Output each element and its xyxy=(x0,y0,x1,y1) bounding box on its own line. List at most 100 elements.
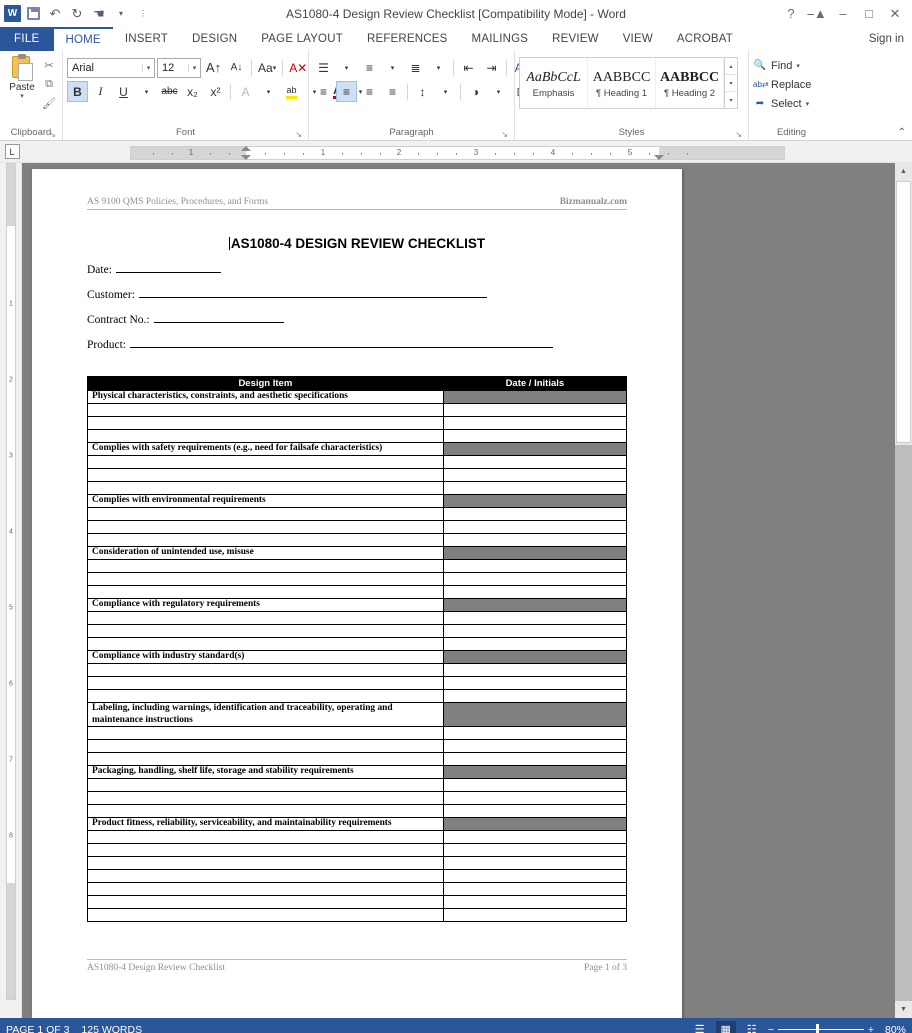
touch-mode-icon[interactable]: ☚ xyxy=(89,4,109,24)
table-row[interactable] xyxy=(87,778,628,792)
cell-date-initials[interactable] xyxy=(442,403,628,417)
cell-date-initials[interactable] xyxy=(442,856,628,870)
cell-date-initials[interactable] xyxy=(442,804,628,818)
find-button[interactable]: 🔍 Find ▾ xyxy=(753,57,811,74)
bullets-icon[interactable]: ☰ xyxy=(313,57,334,78)
cell-date-initials[interactable] xyxy=(442,520,628,534)
numbering-caret-icon[interactable]: ▾ xyxy=(382,57,403,78)
table-row[interactable]: Labeling, including warnings, identifica… xyxy=(87,702,628,727)
table-row[interactable] xyxy=(87,507,628,521)
cell-date-initials[interactable] xyxy=(442,726,628,740)
cell-design-item[interactable]: Compliance with industry standard(s) xyxy=(87,650,444,664)
font-name-combo[interactable]: Arial ▾ xyxy=(67,57,155,78)
table-row[interactable]: Compliance with industry standard(s) xyxy=(87,650,628,664)
cell-date-initials[interactable] xyxy=(442,442,628,456)
cell-date-initials[interactable] xyxy=(442,778,628,792)
table-row[interactable] xyxy=(87,689,628,703)
tab-insert[interactable]: INSERT xyxy=(113,27,180,51)
format-painter-icon[interactable]: 🖌 xyxy=(40,94,58,112)
cell-date-initials[interactable] xyxy=(442,895,628,909)
table-row[interactable] xyxy=(87,663,628,677)
align-left-icon[interactable]: ≡ xyxy=(313,81,334,102)
sign-in-link[interactable]: Sign in xyxy=(861,27,912,51)
cell-design-item[interactable] xyxy=(87,455,444,469)
superscript-button[interactable]: x² xyxy=(205,81,226,102)
close-button[interactable]: ✕ xyxy=(882,3,908,25)
cell-date-initials[interactable] xyxy=(442,882,628,896)
cell-date-initials[interactable] xyxy=(442,507,628,521)
table-row[interactable]: Physical characteristics, constraints, a… xyxy=(87,390,628,404)
select-button[interactable]: ➦ Select ▾ xyxy=(753,95,811,112)
table-row[interactable] xyxy=(87,843,628,857)
copy-icon[interactable]: ⧉ xyxy=(40,75,58,93)
ribbon-display-options-icon[interactable]: ⎯▲ xyxy=(804,3,830,25)
tab-review[interactable]: REVIEW xyxy=(540,27,611,51)
clear-formatting-icon[interactable]: A✕ xyxy=(287,57,309,78)
cell-date-initials[interactable] xyxy=(442,624,628,638)
cell-design-item[interactable] xyxy=(87,676,444,690)
shading-icon[interactable]: ◑ xyxy=(465,81,486,102)
increase-indent-icon[interactable]: ⇥ xyxy=(481,57,502,78)
cell-date-initials[interactable] xyxy=(442,429,628,443)
right-indent-marker[interactable] xyxy=(654,155,664,160)
table-row[interactable] xyxy=(87,403,628,417)
text-effects-caret-icon[interactable]: ▾ xyxy=(258,81,279,102)
table-row[interactable] xyxy=(87,559,628,573)
cell-design-item[interactable]: Compliance with regulatory requirements xyxy=(87,598,444,612)
multilevel-caret-icon[interactable]: ▾ xyxy=(428,57,449,78)
cell-date-initials[interactable] xyxy=(442,817,628,831)
find-caret-icon[interactable]: ▾ xyxy=(796,62,800,70)
font-size-combo[interactable]: 12 ▾ xyxy=(157,57,201,78)
zoom-in-button[interactable]: + xyxy=(868,1024,874,1033)
cell-design-item[interactable]: Product fitness, reliability, serviceabi… xyxy=(87,817,444,831)
cell-design-item[interactable] xyxy=(87,429,444,443)
align-center-icon[interactable]: ≡ xyxy=(336,81,357,102)
cell-date-initials[interactable] xyxy=(442,765,628,779)
read-mode-view-icon[interactable]: ☰ xyxy=(690,1021,710,1033)
table-row[interactable] xyxy=(87,533,628,547)
text-highlight-color-icon[interactable]: ab xyxy=(281,81,302,102)
italic-button[interactable]: I xyxy=(90,81,111,102)
table-row[interactable]: Complies with safety requirements (e.g.,… xyxy=(87,442,628,456)
paste-caret-icon[interactable]: ▾ xyxy=(20,93,24,100)
field-row-date[interactable]: Date: xyxy=(87,262,627,276)
cell-design-item[interactable] xyxy=(87,856,444,870)
cell-design-item[interactable] xyxy=(87,689,444,703)
paste-button[interactable]: Paste ▾ xyxy=(4,54,40,100)
font-name-caret-icon[interactable]: ▾ xyxy=(142,63,154,72)
table-row[interactable] xyxy=(87,468,628,482)
table-row[interactable] xyxy=(87,752,628,766)
cell-design-item[interactable] xyxy=(87,533,444,547)
cell-design-item[interactable] xyxy=(87,481,444,495)
cell-date-initials[interactable] xyxy=(442,752,628,766)
cell-date-initials[interactable] xyxy=(442,494,628,508)
table-row[interactable] xyxy=(87,416,628,430)
zoom-thumb[interactable] xyxy=(815,1024,819,1033)
font-dialog-launcher-icon[interactable]: ↘ xyxy=(295,130,302,139)
cell-date-initials[interactable] xyxy=(442,843,628,857)
cell-design-item[interactable] xyxy=(87,869,444,883)
cell-date-initials[interactable] xyxy=(442,390,628,404)
table-row[interactable]: Consideration of unintended use, misuse xyxy=(87,546,628,560)
numbering-icon[interactable]: ≡ xyxy=(359,57,380,78)
underline-button[interactable]: U xyxy=(113,81,134,102)
tab-home[interactable]: HOME xyxy=(53,27,113,51)
cell-date-initials[interactable] xyxy=(442,546,628,560)
cell-date-initials[interactable] xyxy=(442,559,628,573)
styles-dialog-launcher-icon[interactable]: ↘ xyxy=(735,130,742,139)
styles-more-icon[interactable]: ▾ xyxy=(725,92,737,108)
cell-design-item[interactable] xyxy=(87,611,444,625)
cell-design-item[interactable]: Physical characteristics, constraints, a… xyxy=(87,390,444,404)
field-row-product[interactable]: Product: xyxy=(87,337,627,351)
line-spacing-icon[interactable]: ↕ xyxy=(412,81,433,102)
underline-caret-icon[interactable]: ▾ xyxy=(136,81,157,102)
scrollbar-track[interactable] xyxy=(895,445,912,1001)
table-row[interactable] xyxy=(87,637,628,651)
scroll-down-arrow-icon[interactable]: ▼ xyxy=(895,1001,912,1018)
shrink-font-icon[interactable]: A↓ xyxy=(226,57,247,78)
style-emphasis[interactable]: AaBbCcL Emphasis xyxy=(520,58,588,108)
table-row[interactable] xyxy=(87,726,628,740)
document-page[interactable]: AS 9100 QMS Policies, Procedures, and Fo… xyxy=(32,169,682,1018)
zoom-slider[interactable]: − + xyxy=(768,1024,874,1033)
help-button[interactable]: ? xyxy=(778,3,804,25)
